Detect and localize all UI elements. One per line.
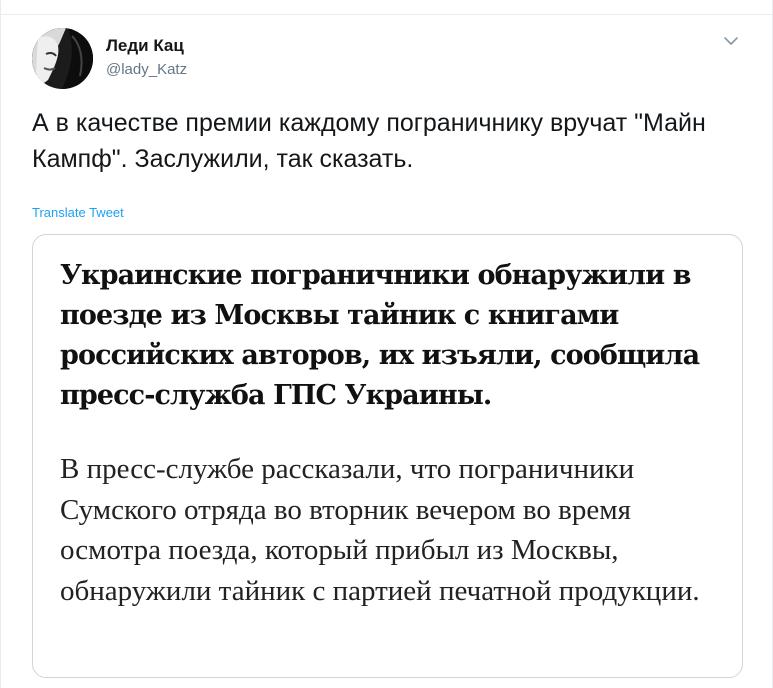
author-handle[interactable]: @lady_Katz: [106, 61, 187, 78]
avatar[interactable]: [32, 28, 93, 89]
card-headline: Украинские пограничники обнаружили в пое…: [60, 260, 700, 411]
chevron-down-icon[interactable]: [722, 34, 740, 48]
author-name[interactable]: Леди Кац: [106, 36, 184, 56]
avatar-photo-icon: [32, 28, 93, 89]
quoted-article-card[interactable]: Украинские пограничники обнаружили в пое…: [32, 234, 743, 678]
translate-tweet-link[interactable]: Translate Tweet: [32, 205, 124, 220]
card-body: В пресс-службе рассказали, что пограничн…: [60, 453, 700, 607]
divider: [1, 14, 773, 15]
tweet: Леди Кац @lady_Katz А в качестве премии …: [0, 0, 773, 688]
tweet-text: А в качестве премии каждому пограничнику…: [32, 109, 713, 173]
